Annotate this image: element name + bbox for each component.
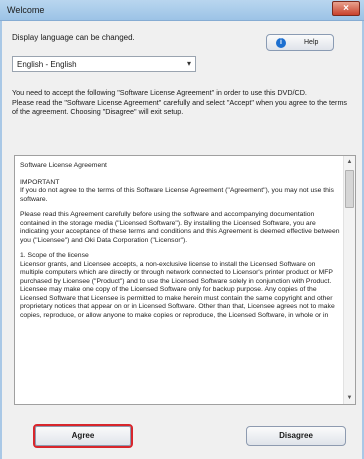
license-important-body: If you do not agree to the terms of this… [20, 187, 334, 203]
scroll-thumb[interactable] [345, 170, 354, 208]
license-important-title: IMPORTANT [20, 178, 60, 186]
chevron-down-icon: ▾ [186, 59, 191, 68]
license-content: Software License Agreement IMPORTANT If … [20, 162, 340, 320]
license-text-area[interactable]: Software License Agreement IMPORTANT If … [14, 155, 356, 405]
help-label: Help [304, 39, 319, 46]
intro-text: You need to accept the following "Softwa… [12, 88, 354, 117]
close-icon: × [343, 3, 349, 14]
info-icon: i [276, 38, 286, 48]
vertical-scrollbar[interactable]: ▲ ▼ [343, 156, 355, 404]
window-title: Welcome [7, 5, 45, 15]
license-section-body: Licensor grants, and Licensee accepts, a… [20, 260, 335, 319]
scroll-up-icon[interactable]: ▲ [344, 156, 355, 168]
language-select-value: English - English [17, 60, 77, 69]
intro-paragraph-2: Please read the "Software License Agreem… [12, 97, 348, 117]
title-bar: Welcome × [0, 0, 364, 21]
license-paragraph: Please read this Agreement carefully bef… [20, 211, 340, 244]
language-select[interactable]: English - English ▾ [12, 56, 196, 72]
license-section-title: 1. Scope of the license [20, 252, 89, 259]
help-button[interactable]: i Help [266, 34, 334, 51]
disagree-button[interactable]: Disagree [246, 426, 346, 446]
agree-button[interactable]: Agree [33, 424, 133, 448]
close-button[interactable]: × [332, 1, 360, 16]
license-heading: Software License Agreement [20, 162, 107, 169]
intro-paragraph-1: You need to accept the following "Softwa… [12, 88, 307, 97]
language-label: Display language can be changed. [12, 33, 135, 42]
scroll-down-icon[interactable]: ▼ [344, 392, 355, 404]
